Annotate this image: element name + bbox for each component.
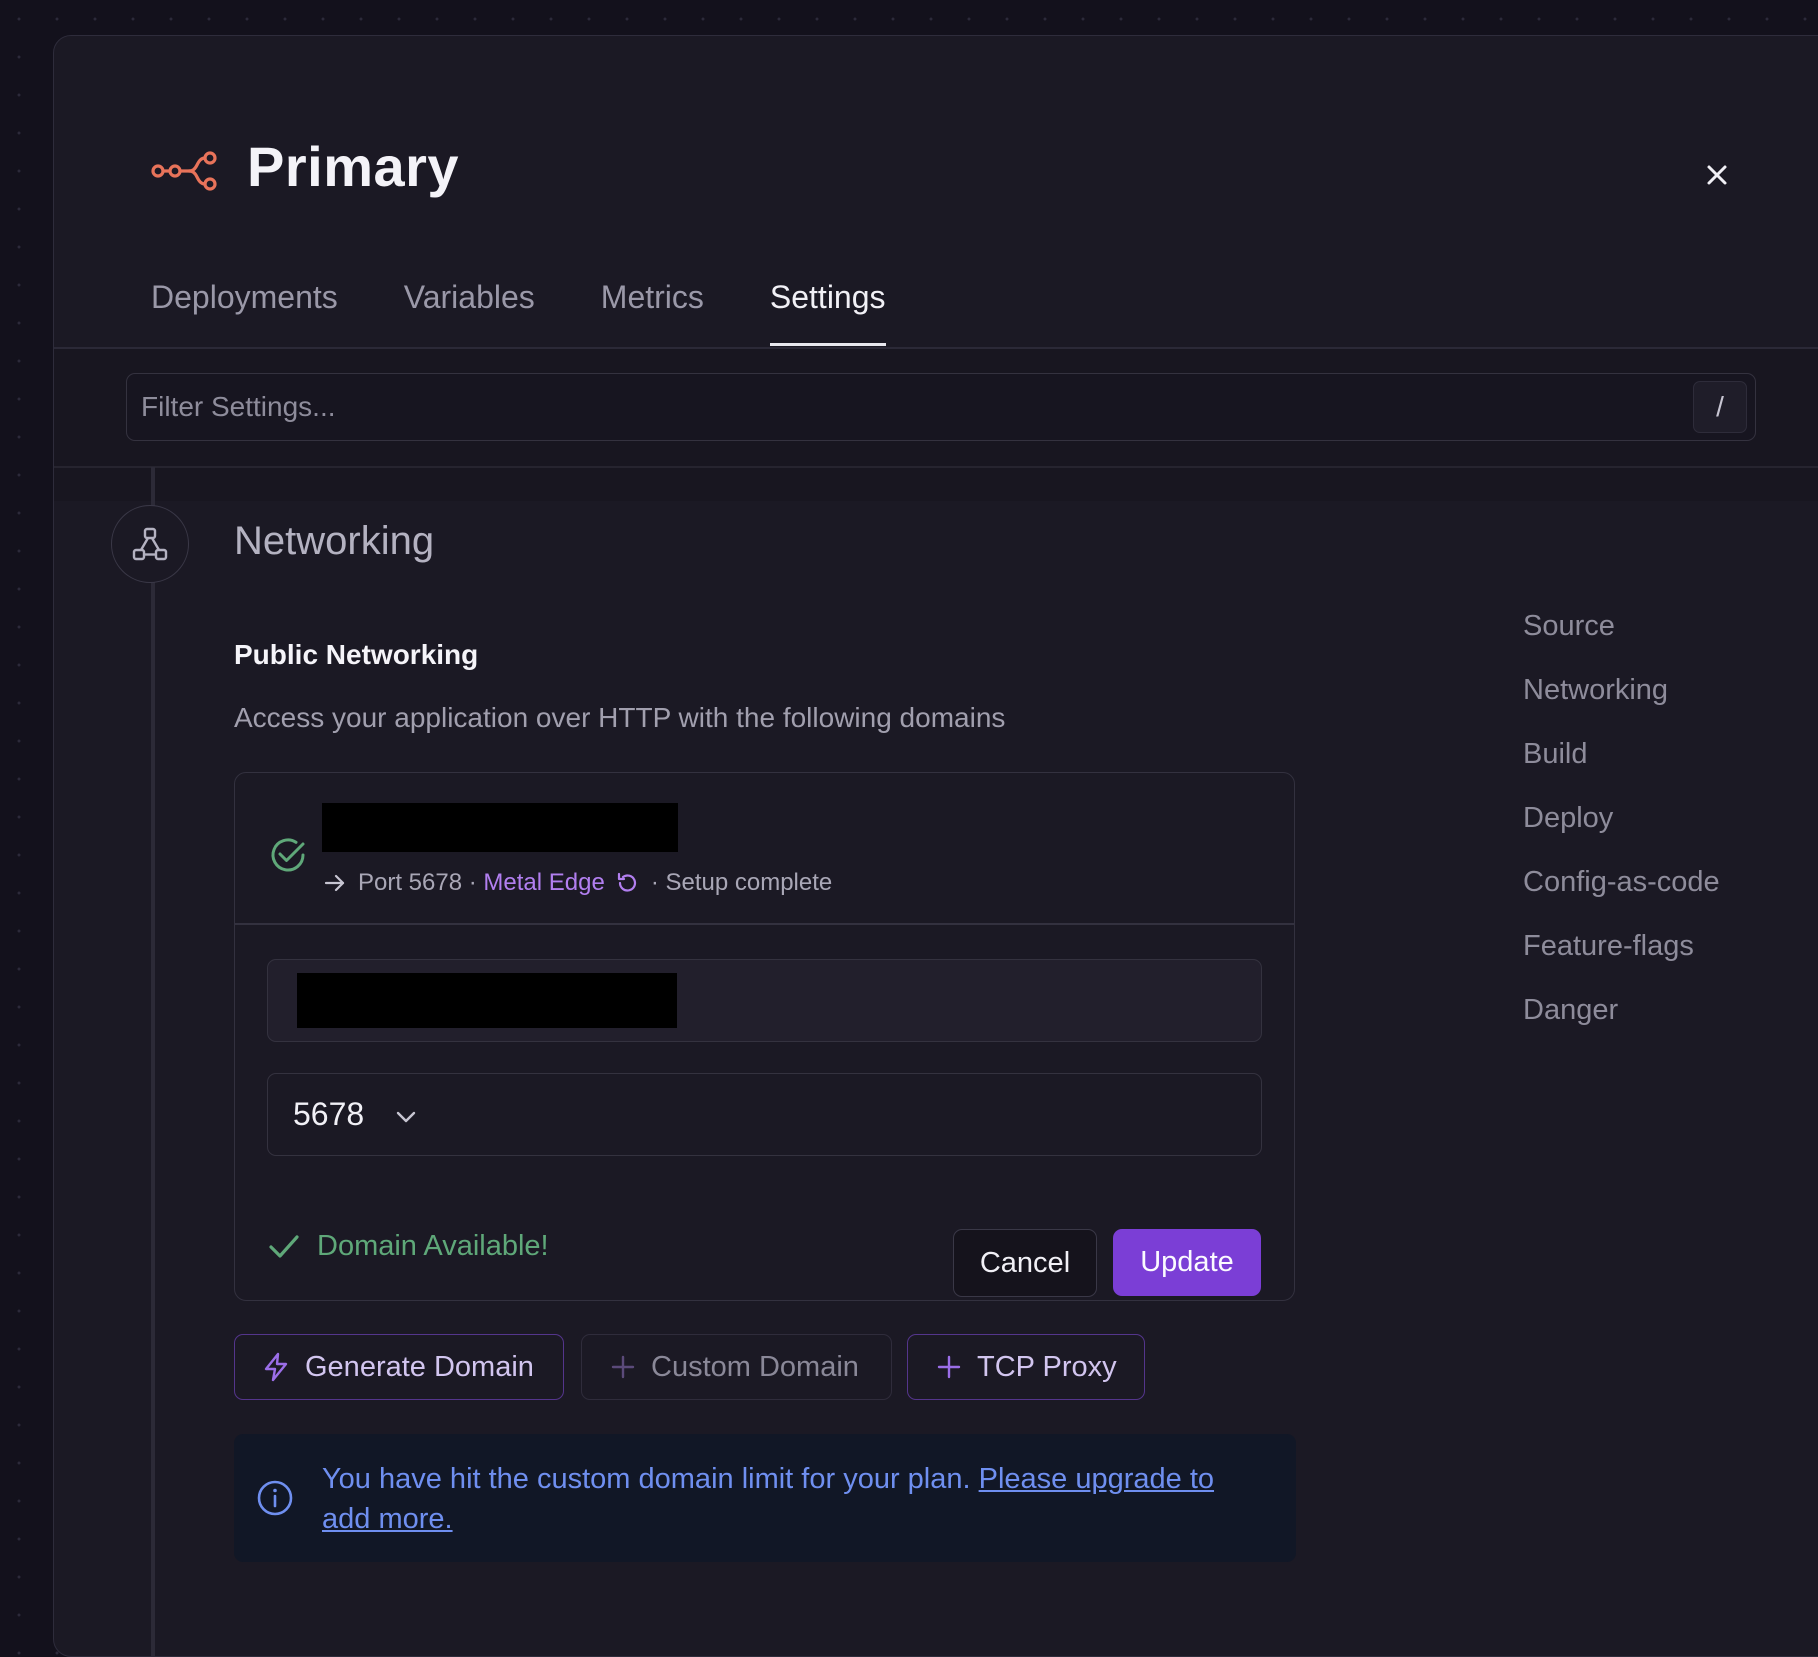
close-icon[interactable] <box>1697 155 1737 195</box>
checkmark-icon <box>269 1235 299 1258</box>
metal-edge-link[interactable]: Metal Edge <box>483 869 604 897</box>
plus-icon <box>937 1355 961 1379</box>
notice-message: You have hit the custom domain limit for… <box>322 1463 979 1495</box>
update-button[interactable]: Update <box>1113 1229 1261 1296</box>
tab-deployments[interactable]: Deployments <box>151 279 338 347</box>
arrow-right-icon <box>324 874 345 892</box>
generate-domain-button[interactable]: Generate Domain <box>234 1334 564 1400</box>
side-nav-feature-flags[interactable]: Feature-flags <box>1523 930 1720 994</box>
tab-metrics[interactable]: Metrics <box>601 279 704 347</box>
card-divider <box>235 923 1294 925</box>
tab-settings[interactable]: Settings <box>769 279 886 347</box>
notice-text: You have hit the custom domain limit for… <box>322 1459 1262 1539</box>
side-nav-deploy[interactable]: Deploy <box>1523 802 1720 866</box>
domain-input[interactable] <box>267 959 1262 1042</box>
domain-meta: Port 5678 · Metal Edge · Setup complete <box>322 869 832 897</box>
networking-section-icon <box>111 505 189 583</box>
tcp-proxy-button[interactable]: TCP Proxy <box>907 1334 1145 1400</box>
port-select[interactable]: 5678 <box>267 1073 1262 1156</box>
side-nav-config-as-code[interactable]: Config-as-code <box>1523 866 1720 930</box>
section-title: Networking <box>234 519 435 563</box>
page-title: Primary <box>247 135 460 198</box>
domain-availability: Domain Available! <box>267 1229 549 1263</box>
generate-domain-label: Generate Domain <box>305 1350 534 1383</box>
filter-settings-input[interactable] <box>139 384 1683 430</box>
meta-separator: · <box>462 869 484 896</box>
chevron-down-icon <box>396 1111 416 1123</box>
service-logo-icon <box>151 151 217 191</box>
tab-bar: Deployments Variables Metrics Settings <box>151 279 952 347</box>
filter-divider <box>54 466 1818 468</box>
redacted-domain-input <box>297 973 677 1028</box>
info-icon <box>257 1480 293 1516</box>
side-nav-build[interactable]: Build <box>1523 738 1720 802</box>
network-nodes-icon <box>132 527 168 561</box>
domain-card: Port 5678 · Metal Edge · Setup complete … <box>234 772 1295 1301</box>
filter-settings-field: / <box>126 373 1756 441</box>
cancel-button[interactable]: Cancel <box>953 1229 1097 1297</box>
setup-status: · Setup complete <box>650 869 833 896</box>
public-networking-title: Public Networking <box>234 639 479 670</box>
refresh-icon[interactable] <box>615 871 639 895</box>
custom-domain-label: Custom Domain <box>651 1350 859 1383</box>
tcp-proxy-label: TCP Proxy <box>977 1350 1117 1383</box>
domain-limit-notice: You have hit the custom domain limit for… <box>234 1434 1296 1562</box>
panel-header: Primary Deployments Variables Metrics Se… <box>54 36 1818 350</box>
service-panel: Primary Deployments Variables Metrics Se… <box>53 35 1818 1657</box>
plus-icon <box>611 1355 635 1379</box>
port-value: 5678 <box>293 1096 365 1132</box>
availability-text: Domain Available! <box>317 1229 549 1262</box>
custom-domain-button[interactable]: Custom Domain <box>581 1334 892 1400</box>
tab-variables[interactable]: Variables <box>404 279 535 347</box>
redacted-domain <box>322 803 678 852</box>
port-label: Port 5678 <box>358 869 463 896</box>
check-circle-icon <box>271 838 305 872</box>
timeline-line <box>151 467 155 1656</box>
side-nav-danger[interactable]: Danger <box>1523 994 1720 1058</box>
settings-side-nav: Source Networking Build Deploy Config-as… <box>1523 610 1720 1058</box>
shortcut-key: / <box>1693 381 1747 433</box>
public-networking-description: Access your application over HTTP with t… <box>234 702 1006 733</box>
side-nav-networking[interactable]: Networking <box>1523 674 1720 738</box>
lightning-icon <box>264 1352 288 1382</box>
side-nav-source[interactable]: Source <box>1523 610 1720 674</box>
